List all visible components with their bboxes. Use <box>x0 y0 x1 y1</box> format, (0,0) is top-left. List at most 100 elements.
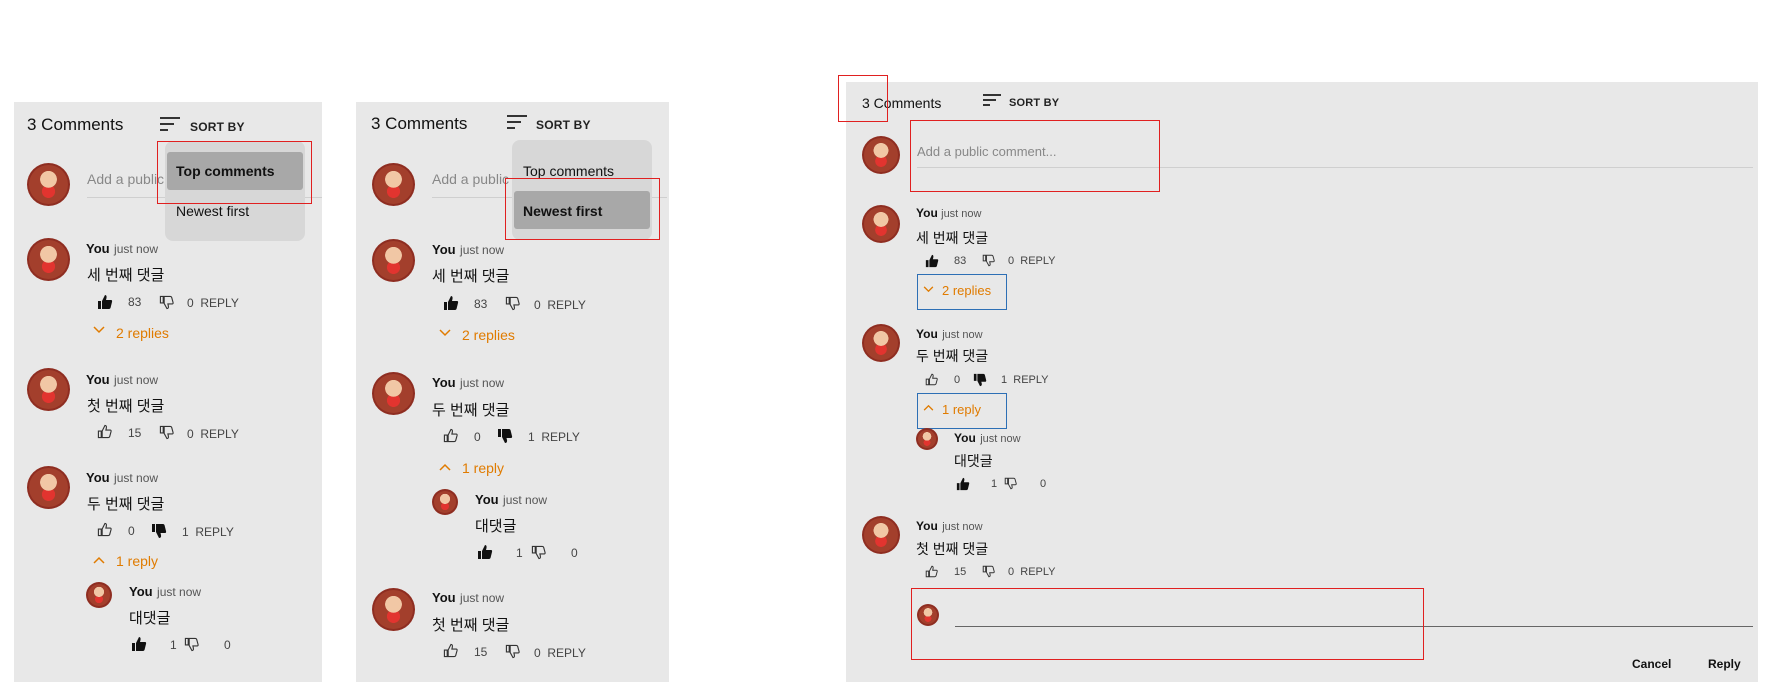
like-icon[interactable] <box>443 428 458 443</box>
dislike-icon[interactable] <box>184 637 199 652</box>
dislike-icon-filled[interactable] <box>973 373 987 387</box>
comment-meta: You just now <box>432 374 504 392</box>
avatar <box>372 163 415 206</box>
like-icon-filled[interactable] <box>131 636 147 652</box>
comment-text: 첫 번째 댓글 <box>432 617 510 634</box>
comment-meta: You just now <box>916 517 983 535</box>
highlight-box <box>910 120 1160 192</box>
comment-author: You <box>86 372 110 387</box>
reply-button[interactable]: 1 REPLY <box>528 430 580 444</box>
replies-toggle[interactable]: 2 replies <box>462 327 515 343</box>
comment-author: You <box>129 584 153 599</box>
like-count: 1 <box>170 638 177 652</box>
reply-button[interactable]: 0 REPLY <box>1008 255 1056 267</box>
comment-time: just now <box>157 585 202 599</box>
dislike-icon-filled[interactable] <box>151 523 167 539</box>
like-icon-filled[interactable] <box>477 544 493 560</box>
dislike-icon-filled[interactable] <box>497 428 513 444</box>
highlight-box <box>838 75 888 122</box>
dislike-icon[interactable] <box>982 254 995 267</box>
sort-icon[interactable] <box>160 117 180 131</box>
reply-submit-button[interactable]: Reply <box>1708 657 1741 671</box>
like-count: 1 <box>991 478 998 490</box>
reply-button[interactable]: 0 REPLY <box>534 298 586 312</box>
like-icon-filled[interactable] <box>97 294 113 310</box>
sort-icon[interactable] <box>983 94 1003 108</box>
add-comment-input[interactable]: Add a public <box>87 171 164 187</box>
dislike-count: 0 <box>1040 478 1047 490</box>
reply-dislike-count: 1 <box>528 430 535 444</box>
avatar <box>27 238 70 281</box>
sort-by-button[interactable]: SORT BY <box>190 120 245 134</box>
reply-label[interactable]: REPLY <box>200 296 238 310</box>
reply-button[interactable]: 0 REPLY <box>1008 566 1056 578</box>
cancel-button[interactable]: Cancel <box>1632 657 1671 671</box>
like-icon-filled[interactable] <box>443 295 459 311</box>
dislike-count: 0 <box>224 638 231 652</box>
avatar <box>27 163 70 206</box>
reply-label[interactable]: REPLY <box>541 430 579 444</box>
sort-option-top[interactable]: Top comments <box>523 163 614 179</box>
like-icon-filled[interactable] <box>925 254 939 268</box>
sort-option-newest[interactable]: Newest first <box>176 203 249 219</box>
like-count: 0 <box>474 430 481 444</box>
reply-button[interactable]: 0 REPLY <box>534 646 586 660</box>
like-icon-filled[interactable] <box>956 477 970 491</box>
comment-count: 3 Comments <box>27 115 124 134</box>
reply-dislike-count: 0 <box>1008 255 1015 267</box>
comment-text: 대댓글 <box>129 610 171 627</box>
comment-author: You <box>86 241 110 256</box>
replies-toggle[interactable]: 1 reply <box>116 553 158 569</box>
reply-label[interactable]: REPLY <box>547 646 585 660</box>
like-icon[interactable] <box>443 643 458 658</box>
reply-label[interactable]: REPLY <box>1020 255 1055 267</box>
sort-by-button[interactable]: SORT BY <box>536 118 591 132</box>
avatar <box>862 136 900 174</box>
dislike-icon[interactable] <box>505 296 520 311</box>
reply-button[interactable]: 1 REPLY <box>1001 374 1049 386</box>
comment-time: just now <box>114 471 159 485</box>
add-comment-input[interactable]: Add a public <box>432 171 509 187</box>
like-count: 15 <box>954 566 967 578</box>
reply-dislike-count: 0 <box>534 298 541 312</box>
comment-meta: You just now <box>129 583 201 601</box>
comment-author: You <box>916 206 938 220</box>
like-icon[interactable] <box>925 565 938 578</box>
reply-label[interactable]: REPLY <box>1013 374 1048 386</box>
like-icon[interactable] <box>97 424 112 439</box>
chevron-up-icon[interactable] <box>93 556 105 564</box>
dislike-icon[interactable] <box>531 545 546 560</box>
reply-label[interactable]: REPLY <box>195 525 233 539</box>
comment-meta: You just now <box>86 240 158 258</box>
reply-button[interactable]: 0 REPLY <box>187 296 239 310</box>
like-count: 83 <box>474 297 488 311</box>
avatar <box>27 368 70 411</box>
reply-button[interactable]: 0 REPLY <box>187 427 239 441</box>
sort-icon[interactable] <box>507 115 527 129</box>
replies-toggle[interactable]: 2 replies <box>116 325 169 341</box>
comment-time: just now <box>503 493 548 507</box>
chevron-down-icon[interactable] <box>93 326 105 334</box>
dislike-icon[interactable] <box>982 565 995 578</box>
dislike-icon[interactable] <box>505 644 520 659</box>
comment-meta: You just now <box>916 206 981 220</box>
dislike-icon[interactable] <box>1004 477 1017 490</box>
reply-label[interactable]: REPLY <box>200 427 238 441</box>
comment-text: 첫 번째 댓글 <box>916 541 989 557</box>
like-icon[interactable] <box>97 522 112 537</box>
like-icon[interactable] <box>925 373 938 386</box>
dislike-icon[interactable] <box>159 295 174 310</box>
replies-toggle[interactable]: 1 reply <box>462 460 504 476</box>
avatar <box>862 324 900 362</box>
comment-text: 두 번째 댓글 <box>916 348 989 364</box>
reply-button[interactable]: 1 REPLY <box>182 525 234 539</box>
comment-text: 세 번째 댓글 <box>916 230 989 246</box>
comment-author: You <box>432 242 456 257</box>
reply-label[interactable]: REPLY <box>547 298 585 312</box>
chevron-up-icon[interactable] <box>439 463 451 471</box>
highlight-box <box>911 588 1424 660</box>
chevron-down-icon[interactable] <box>439 329 451 337</box>
reply-label[interactable]: REPLY <box>1020 566 1055 578</box>
sort-by-button[interactable]: SORT BY <box>1009 97 1059 109</box>
dislike-icon[interactable] <box>159 425 174 440</box>
